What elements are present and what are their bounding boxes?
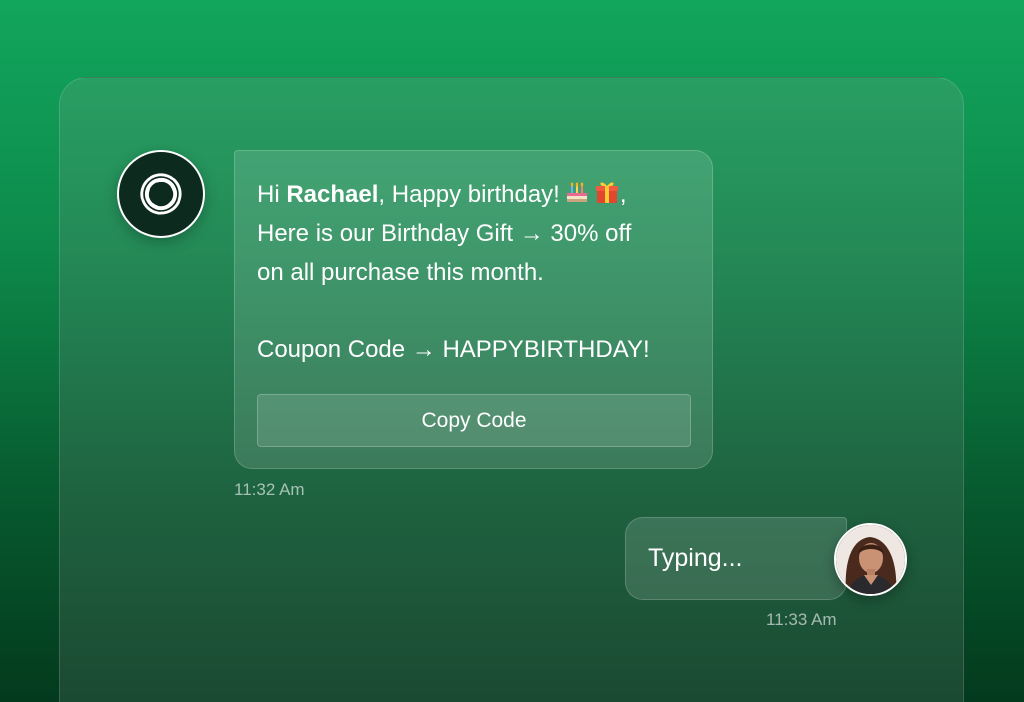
copy-code-button[interactable]: Copy Code bbox=[257, 394, 691, 447]
bot-message-bubble: Hi Rachael, Happy birthday! , Here is ou… bbox=[234, 150, 713, 469]
recipient-name: Rachael bbox=[286, 181, 379, 208]
message-line-offer: on all purchase this month. bbox=[257, 259, 544, 286]
typing-indicator: Typing... bbox=[648, 544, 743, 572]
gift-icon bbox=[595, 182, 618, 203]
greeting-prefix: Hi bbox=[257, 181, 287, 208]
message-line-greeting: Hi Rachael, Happy birthday! , bbox=[257, 175, 690, 214]
message-line-gift: Here is our Birthday Gift → 30% off bbox=[257, 220, 632, 247]
user-message-bubble: Typing... bbox=[625, 517, 847, 600]
user-avatar bbox=[834, 523, 907, 596]
bot-message-timestamp: 11:32 Am bbox=[234, 480, 305, 499]
coupon-code-line: Coupon Code → HAPPYBIRTHDAY! bbox=[257, 336, 650, 363]
brand-logo-icon bbox=[140, 173, 182, 215]
user-photo-icon bbox=[836, 525, 905, 594]
greeting-comma: , bbox=[619, 181, 627, 208]
user-message-timestamp: 11:33 Am bbox=[766, 610, 837, 629]
greeting-suffix: , Happy birthday! bbox=[378, 181, 560, 208]
birthday-cake-icon bbox=[566, 182, 587, 202]
bot-avatar bbox=[117, 150, 205, 238]
